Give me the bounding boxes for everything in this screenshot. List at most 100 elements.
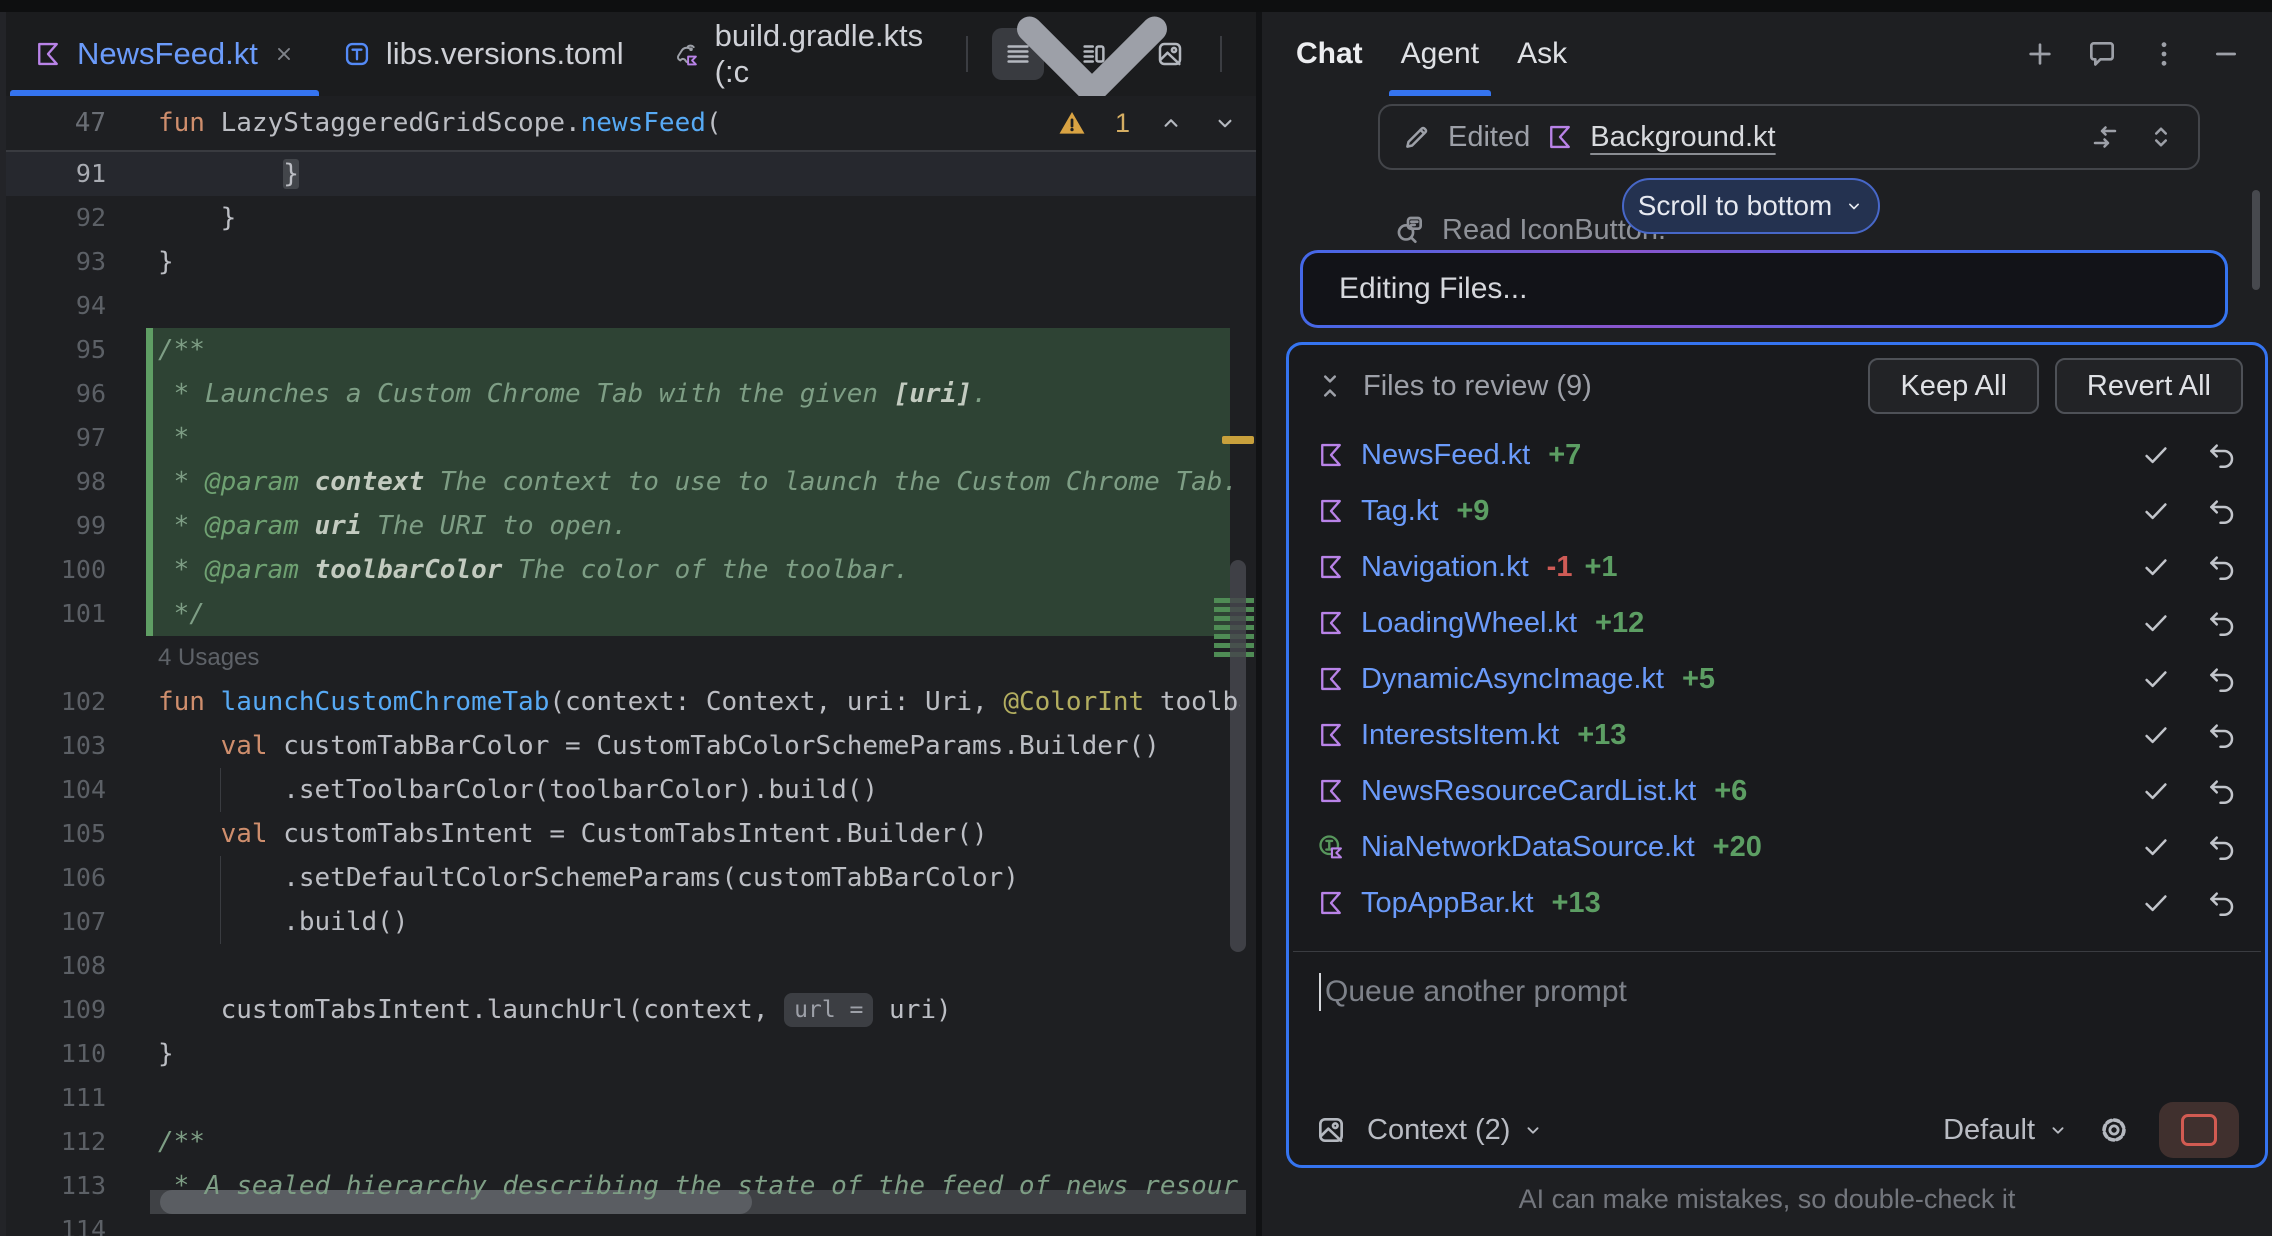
revert-file-icon[interactable] bbox=[2207, 720, 2237, 750]
prompt-input[interactable]: Queue another prompt bbox=[1319, 973, 1627, 1011]
code-line: 104 .setToolbarColor(toolbarColor).build… bbox=[6, 768, 1256, 812]
expand-icon[interactable] bbox=[2146, 122, 2176, 152]
file-row-actions bbox=[2141, 832, 2237, 862]
editor-menu-button[interactable] bbox=[1246, 28, 1256, 80]
revert-file-icon[interactable] bbox=[2207, 888, 2237, 918]
file-row-actions bbox=[2141, 776, 2237, 806]
revert-file-icon[interactable] bbox=[2207, 776, 2237, 806]
model-dropdown[interactable]: Default bbox=[1943, 1114, 2035, 1147]
file-link[interactable]: TopAppBar.kt bbox=[1361, 887, 1534, 920]
keep-file-icon[interactable] bbox=[2141, 776, 2171, 806]
file-link[interactable]: LoadingWheel.kt bbox=[1361, 607, 1577, 640]
attach-image-icon[interactable] bbox=[1315, 1114, 1347, 1146]
assistant-tab-agent[interactable]: Agent bbox=[1387, 12, 1493, 96]
file-row-actions bbox=[2141, 664, 2237, 694]
toml-icon bbox=[343, 40, 371, 68]
revert-file-icon[interactable] bbox=[2207, 832, 2237, 862]
next-problem-icon[interactable] bbox=[1212, 110, 1238, 136]
code-line: 110} bbox=[6, 1032, 1256, 1076]
revert-file-icon[interactable] bbox=[2207, 552, 2237, 582]
stop-button[interactable] bbox=[2159, 1102, 2239, 1158]
file-link[interactable]: InterestsItem.kt bbox=[1361, 719, 1559, 752]
edited-file-card[interactable]: Edited Background.kt bbox=[1378, 104, 2200, 170]
kotlin-icon bbox=[1317, 777, 1345, 805]
line-number: 112 bbox=[6, 1120, 106, 1164]
code-line: 97 * bbox=[6, 416, 1256, 460]
code-line: 93} bbox=[6, 240, 1256, 284]
keep-file-icon[interactable] bbox=[2141, 440, 2171, 470]
code-line: 100 * @param toolbarColor The color of t… bbox=[6, 548, 1256, 592]
code-line: 102fun launchCustomChromeTab(context: Co… bbox=[6, 680, 1256, 724]
editor-tab-newsfeed[interactable]: NewsFeed.kt bbox=[10, 12, 319, 96]
usages-label[interactable]: 4 Usages bbox=[158, 636, 259, 680]
file-link[interactable]: NiaNetworkDataSource.kt bbox=[1361, 831, 1695, 864]
keep-all-button[interactable]: Keep All bbox=[1868, 358, 2038, 414]
keep-file-icon[interactable] bbox=[2141, 832, 2171, 862]
code-editor[interactable]: 91 }92 }93}9495/**96 * Launches a Custom… bbox=[6, 152, 1256, 1236]
revert-all-button[interactable]: Revert All bbox=[2055, 358, 2243, 414]
file-link[interactable]: DynamicAsyncImage.kt bbox=[1361, 663, 1664, 696]
gradle-icon bbox=[672, 40, 700, 68]
plus-icon[interactable] bbox=[2024, 38, 2056, 70]
chevron-down-icon[interactable] bbox=[2047, 1119, 2069, 1141]
close-icon[interactable] bbox=[273, 43, 295, 65]
line-number: 94 bbox=[6, 284, 106, 328]
scroll-to-bottom-button[interactable]: Scroll to bottom bbox=[1622, 178, 1880, 234]
minus-icon[interactable] bbox=[2210, 38, 2242, 70]
code-line: 92 } bbox=[6, 196, 1256, 240]
keep-file-icon[interactable] bbox=[2141, 496, 2171, 526]
editor-tab-bar: NewsFeed.ktlibs.versions.tomlbuild.gradl… bbox=[6, 12, 1256, 96]
editor-pane: NewsFeed.ktlibs.versions.tomlbuild.gradl… bbox=[6, 12, 1256, 1236]
context-dropdown[interactable]: Context (2) bbox=[1367, 1114, 1510, 1147]
file-link[interactable]: Tag.kt bbox=[1361, 495, 1438, 528]
window-top-strip bbox=[0, 0, 2272, 12]
line-number: 101 bbox=[6, 592, 106, 636]
gear-icon[interactable] bbox=[2097, 1113, 2131, 1147]
editor-tab-build[interactable]: build.gradle.kts (:c bbox=[648, 12, 967, 96]
revert-file-icon[interactable] bbox=[2207, 440, 2237, 470]
keep-all-label: Keep All bbox=[1900, 370, 2006, 403]
file-row-actions bbox=[2141, 888, 2237, 918]
editor-tab-libs[interactable]: libs.versions.toml bbox=[319, 12, 648, 96]
prev-problem-icon[interactable] bbox=[1158, 110, 1184, 136]
keep-file-icon[interactable] bbox=[2141, 720, 2171, 750]
line-number: 106 bbox=[6, 856, 106, 900]
revert-file-icon[interactable] bbox=[2207, 496, 2237, 526]
collapse-icon[interactable] bbox=[1315, 371, 1345, 401]
warning-icon[interactable] bbox=[1057, 108, 1087, 138]
diff-stats: +6 bbox=[1714, 775, 1747, 808]
chat-scrollbar[interactable] bbox=[2252, 190, 2260, 290]
ai-disclaimer: AI can make mistakes, so double-check it bbox=[1262, 1184, 2272, 1215]
comment-icon[interactable] bbox=[2086, 38, 2118, 70]
revert-file-icon[interactable] bbox=[2207, 608, 2237, 638]
warning-count: 1 bbox=[1115, 108, 1130, 139]
kotlin-icon bbox=[1317, 441, 1345, 469]
kebab-icon[interactable] bbox=[2148, 38, 2180, 70]
file-row-actions bbox=[2141, 440, 2237, 470]
file-link[interactable]: NewsFeed.kt bbox=[1361, 439, 1530, 472]
keep-file-icon[interactable] bbox=[2141, 552, 2171, 582]
revert-file-icon[interactable] bbox=[2207, 664, 2237, 694]
keep-file-icon[interactable] bbox=[2141, 664, 2171, 694]
code-line: 113 * A sealed hierarchy describing the … bbox=[6, 1164, 1256, 1208]
line-number: 92 bbox=[6, 196, 106, 240]
open-diff-icon[interactable] bbox=[2090, 122, 2120, 152]
line-number: 95 bbox=[6, 328, 106, 372]
code-line: 94 bbox=[6, 284, 1256, 328]
assistant-tab-ask[interactable]: Ask bbox=[1503, 12, 1581, 96]
code-line: 91 } bbox=[6, 152, 1256, 196]
keep-file-icon[interactable] bbox=[2141, 888, 2171, 918]
code-line: 103 val customTabBarColor = CustomTabCol… bbox=[6, 724, 1256, 768]
files-to-review-list: NewsFeed.kt+7Tag.kt+9Navigation.kt-1+1Lo… bbox=[1289, 427, 2265, 931]
file-link[interactable]: Navigation.kt bbox=[1361, 551, 1529, 584]
keep-file-icon[interactable] bbox=[2141, 608, 2171, 638]
edited-status-label: Edited bbox=[1448, 121, 1530, 154]
assistant-header-icons bbox=[2024, 12, 2272, 96]
file-review-row: Navigation.kt-1+1 bbox=[1289, 539, 2265, 595]
file-link[interactable]: NewsResourceCardList.kt bbox=[1361, 775, 1696, 808]
edited-file-link[interactable]: Background.kt bbox=[1590, 121, 1775, 154]
sticky-code-header: 47 fun LazyStaggeredGridScope.newsFeed( … bbox=[6, 96, 1256, 152]
chevron-down-icon[interactable] bbox=[1522, 1119, 1544, 1141]
kotlin-file-icon bbox=[1546, 123, 1574, 151]
assistant-tab-chat[interactable]: Chat bbox=[1282, 12, 1377, 96]
